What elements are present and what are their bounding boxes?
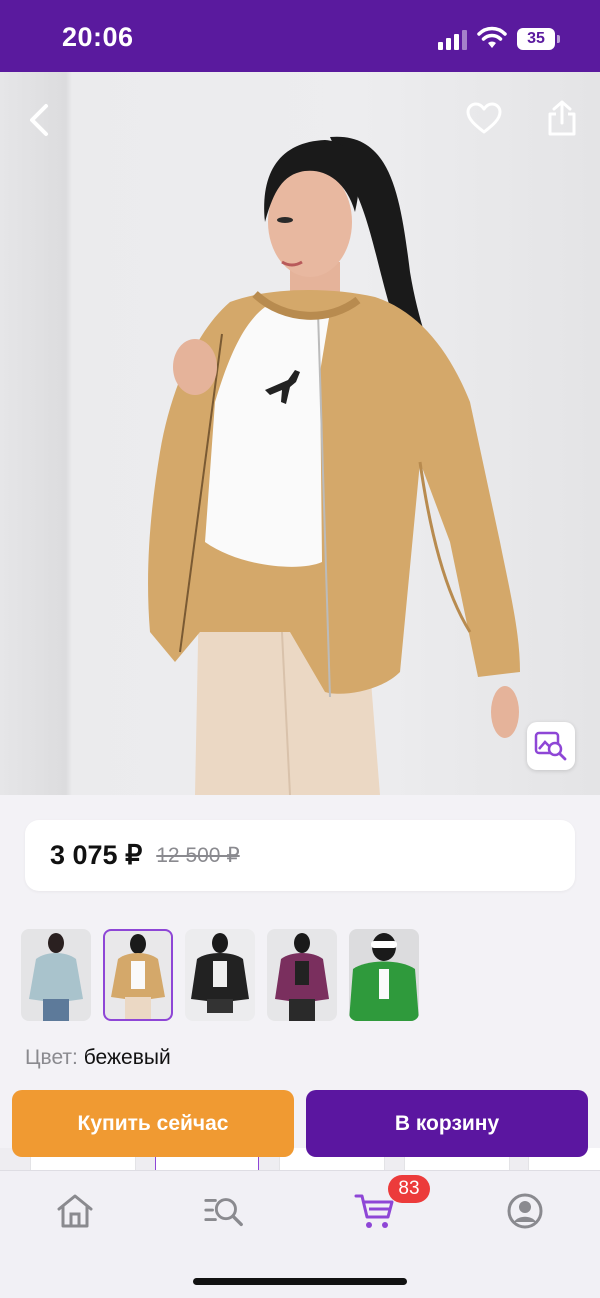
back-button[interactable] [18, 98, 62, 142]
nav-profile[interactable] [503, 1189, 547, 1233]
status-time: 20:06 [62, 22, 134, 52]
product-photo [148, 136, 520, 795]
price-card: 3 075 ₽ 12 500 ₽ [25, 820, 575, 891]
variant-thumb-beige[interactable] [103, 929, 173, 1021]
product-image[interactable] [0, 72, 600, 795]
variant-thumb-black[interactable] [185, 929, 255, 1021]
share-button[interactable] [540, 96, 584, 140]
image-search-button[interactable] [527, 722, 575, 770]
catalog-search-icon [204, 1198, 243, 1227]
color-info: Цвет: бежевый [25, 1046, 171, 1070]
nav-home[interactable] [53, 1189, 97, 1233]
favorite-button[interactable] [462, 96, 506, 140]
variant-thumb-green[interactable] [349, 929, 419, 1021]
variant-photo [349, 933, 419, 1021]
nav-catalog[interactable] [202, 1189, 246, 1233]
share-icon [548, 100, 576, 136]
color-value: бежевый [83, 1046, 171, 1069]
color-variants [21, 929, 419, 1021]
heart-icon [466, 102, 502, 134]
variant-photo [29, 933, 83, 1021]
current-price: 3 075 ₽ [50, 840, 143, 870]
buy-now-button[interactable]: Купить сейчас [12, 1090, 294, 1157]
status-bar: 20:06 35 [0, 0, 600, 72]
wifi-icon [477, 26, 507, 48]
signal-icon [438, 28, 467, 50]
color-label: Цвет: [25, 1046, 78, 1069]
battery-icon: 35 [517, 28, 560, 50]
old-price: 12 500 ₽ [156, 844, 240, 867]
image-search-icon [534, 731, 567, 761]
profile-icon [507, 1193, 543, 1229]
cart-icon [354, 1194, 394, 1228]
home-indicator [193, 1278, 407, 1285]
home-icon [57, 1194, 93, 1228]
variant-photo [111, 934, 165, 1019]
variant-thumb-mint[interactable] [21, 929, 91, 1021]
variant-thumb-plum[interactable] [267, 929, 337, 1021]
add-to-cart-button[interactable]: В корзину [306, 1090, 588, 1157]
cart-count-badge: 83 [388, 1175, 430, 1203]
variant-photo [275, 933, 329, 1021]
back-icon [30, 104, 48, 136]
variant-photo [191, 933, 249, 1013]
